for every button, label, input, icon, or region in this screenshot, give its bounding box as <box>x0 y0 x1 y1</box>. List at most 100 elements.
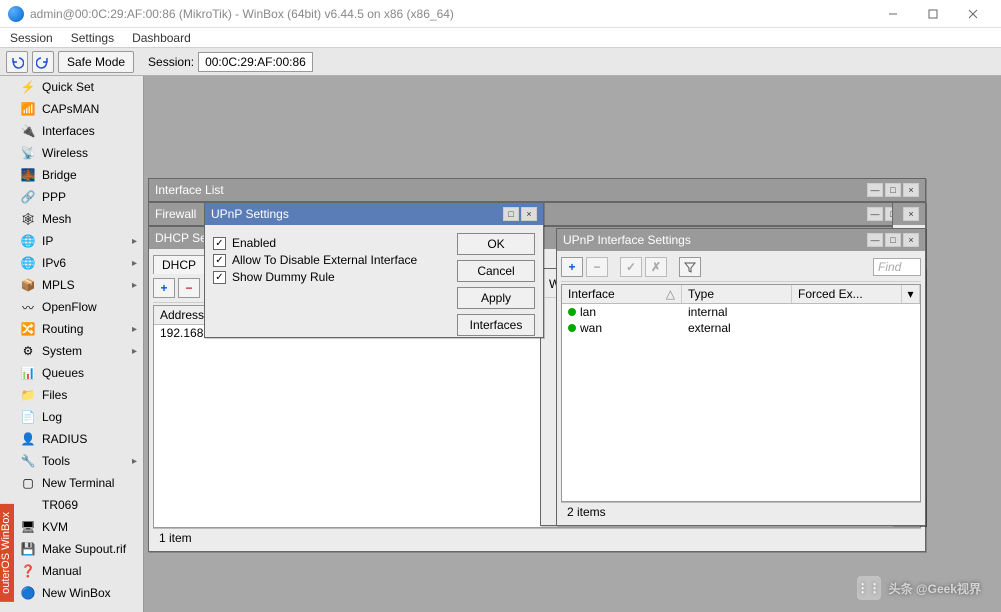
checkbox-allow-disable-ext[interactable]: ✓Allow To Disable External Interface <box>213 253 447 267</box>
sidebar-item-openflow[interactable]: 〰OpenFlow <box>18 296 143 318</box>
sidebar-item-capsman[interactable]: 📶CAPsMAN <box>18 98 143 120</box>
sidebar-icon: 📊 <box>20 365 36 381</box>
col-type[interactable]: Type <box>682 285 792 303</box>
sidebar-item-queues[interactable]: 📊Queues <box>18 362 143 384</box>
sidebar: outerOS WinBox ⚡Quick Set📶CAPsMAN 🔌 Interf… <box>0 76 144 612</box>
menu-settings[interactable]: Settings <box>71 31 114 45</box>
find-input[interactable]: Find <box>873 258 921 276</box>
window-titlebar-upnp-if[interactable]: UPnP Interface Settings — □ × <box>557 229 925 251</box>
chevron-right-icon: ▸ <box>132 346 137 357</box>
maximize-icon[interactable]: □ <box>503 207 519 221</box>
maximize-button[interactable] <box>913 4 953 24</box>
sidebar-item-bridge[interactable]: 🌉Bridge <box>18 164 143 186</box>
close-button[interactable] <box>953 4 993 24</box>
sidebar-item-new-winbox[interactable]: 🔵New WinBox <box>18 582 143 604</box>
sidebar-icon: 🖥 <box>20 519 36 535</box>
sidebar-icon: ❓ <box>20 563 36 579</box>
close-icon[interactable]: × <box>903 207 919 221</box>
sidebar-item-label: CAPsMAN <box>42 102 99 116</box>
menu-session[interactable]: Session <box>10 31 53 45</box>
apply-button[interactable]: Apply <box>457 287 535 309</box>
sidebar-item-manual[interactable]: ❓Manual <box>18 560 143 582</box>
close-icon[interactable]: × <box>903 183 919 197</box>
sidebar-item-radius[interactable]: 👤RADIUS <box>18 428 143 450</box>
add-button[interactable]: + <box>561 257 583 277</box>
sidebar-icon: 🕸 <box>20 211 36 227</box>
sidebar-item-mesh[interactable]: 🕸 Mesh <box>18 208 143 230</box>
status-dot-icon <box>568 324 576 332</box>
sidebar-item-system[interactable]: ⚙System▸ <box>18 340 143 362</box>
sidebar-item-quick-set[interactable]: ⚡Quick Set <box>18 76 143 98</box>
sidebar-item-label: Files <box>42 388 67 402</box>
checkbox-enabled[interactable]: ✓Enabled <box>213 236 447 250</box>
col-interface[interactable]: Interface△ <box>562 285 682 303</box>
remove-button[interactable]: − <box>178 278 200 298</box>
minimize-icon[interactable]: — <box>867 233 883 247</box>
enable-button[interactable]: ✓ <box>620 257 642 277</box>
filter-button[interactable] <box>679 257 701 277</box>
sidebar-item-ppp[interactable]: 🔗PPP <box>18 186 143 208</box>
table-row[interactable]: lan internal <box>562 304 920 320</box>
sidebar-item-label: New Terminal <box>42 476 114 490</box>
sidebar-icon: 📦 <box>20 277 36 293</box>
window-titlebar-interface-list[interactable]: Interface List — □ × <box>149 179 925 201</box>
checkbox-show-dummy-rule[interactable]: ✓Show Dummy Rule <box>213 270 447 284</box>
sidebar-item-label: Interfaces <box>42 124 95 138</box>
sidebar-icon <box>20 497 36 513</box>
window-title: admin@00:0C:29:AF:00:86 (MikroTik) - Win… <box>30 7 873 21</box>
window-interface-list[interactable]: Interface List — □ × <box>148 178 926 202</box>
sidebar-item-log[interactable]: 📄Log <box>18 406 143 428</box>
sidebar-item-tr069[interactable]: TR069 <box>18 494 143 516</box>
safe-mode-button[interactable]: Safe Mode <box>58 51 134 73</box>
sidebar-vertical-tab[interactable]: outerOS WinBox <box>0 504 14 602</box>
table-row[interactable]: wan external <box>562 320 920 336</box>
mdi-workspace: Interface List — □ × Firewall — □ × DHCP… <box>144 76 1001 612</box>
sidebar-item-make-supout-rif[interactable]: 💾Make Supout.rif <box>18 538 143 560</box>
maximize-icon[interactable]: □ <box>885 183 901 197</box>
sidebar-item-label: KVM <box>42 520 68 534</box>
minimize-icon[interactable]: — <box>867 207 883 221</box>
status-bar: 1 item <box>153 528 921 547</box>
ok-button[interactable]: OK <box>457 233 535 255</box>
redo-button[interactable] <box>32 51 54 73</box>
window-titlebar-right[interactable]: × <box>893 203 925 225</box>
cancel-button[interactable]: Cancel <box>457 260 535 282</box>
remove-button[interactable]: − <box>586 257 608 277</box>
interfaces-button[interactable]: Interfaces <box>457 314 535 336</box>
window-upnp-interface-settings[interactable]: UPnP Interface Settings — □ × + − ✓ ✗ Fi… <box>556 228 926 526</box>
minimize-icon[interactable]: — <box>867 183 883 197</box>
dialog-upnp-settings[interactable]: UPnP Settings □ × ✓Enabled ✓Allow To Dis… <box>204 202 544 338</box>
sidebar-item-routing[interactable]: 🔀Routing▸ <box>18 318 143 340</box>
minimize-button[interactable] <box>873 4 913 24</box>
maximize-icon[interactable]: □ <box>885 233 901 247</box>
sidebar-item-kvm[interactable]: 🖥 KVM <box>18 516 143 538</box>
menu-dashboard[interactable]: Dashboard <box>132 31 191 45</box>
sidebar-item-mpls[interactable]: 📦MPLS▸ <box>18 274 143 296</box>
col-forced-ext[interactable]: Forced Ex... <box>792 285 902 303</box>
sidebar-item-label: Quick Set <box>42 80 94 94</box>
close-icon[interactable]: × <box>903 233 919 247</box>
sidebar-item-label: IPv6 <box>42 256 66 270</box>
sidebar-item-label: Mesh <box>42 212 71 226</box>
sidebar-item-new-terminal[interactable]: ▢New Terminal <box>18 472 143 494</box>
window-titlebar-upnp[interactable]: UPnP Settings □ × <box>205 203 543 225</box>
sidebar-item-label: Routing <box>42 322 83 336</box>
sidebar-item-tools[interactable]: 🔧Tools▸ <box>18 450 143 472</box>
undo-button[interactable] <box>6 51 28 73</box>
sidebar-item-wireless[interactable]: 📡Wireless <box>18 142 143 164</box>
sidebar-item-ipv6[interactable]: 🌐IPv6▸ <box>18 252 143 274</box>
sidebar-item-label: Log <box>42 410 62 424</box>
disable-button[interactable]: ✗ <box>645 257 667 277</box>
close-icon[interactable]: × <box>521 207 537 221</box>
sidebar-icon: 🔌 <box>20 123 36 139</box>
tab-dhcp[interactable]: DHCP <box>153 255 205 274</box>
add-button[interactable]: + <box>153 278 175 298</box>
sidebar-item-files[interactable]: 📁Files <box>18 384 143 406</box>
sidebar-item-interfaces[interactable]: 🔌 Interfaces <box>18 120 143 142</box>
col-menu-dropdown[interactable]: ▾ <box>902 285 920 303</box>
sidebar-item-ip[interactable]: 🌐IP▸ <box>18 230 143 252</box>
app-logo-icon <box>8 6 24 22</box>
sidebar-icon: 👤 <box>20 431 36 447</box>
chevron-right-icon: ▸ <box>132 236 137 247</box>
sidebar-item-label: System <box>42 344 82 358</box>
